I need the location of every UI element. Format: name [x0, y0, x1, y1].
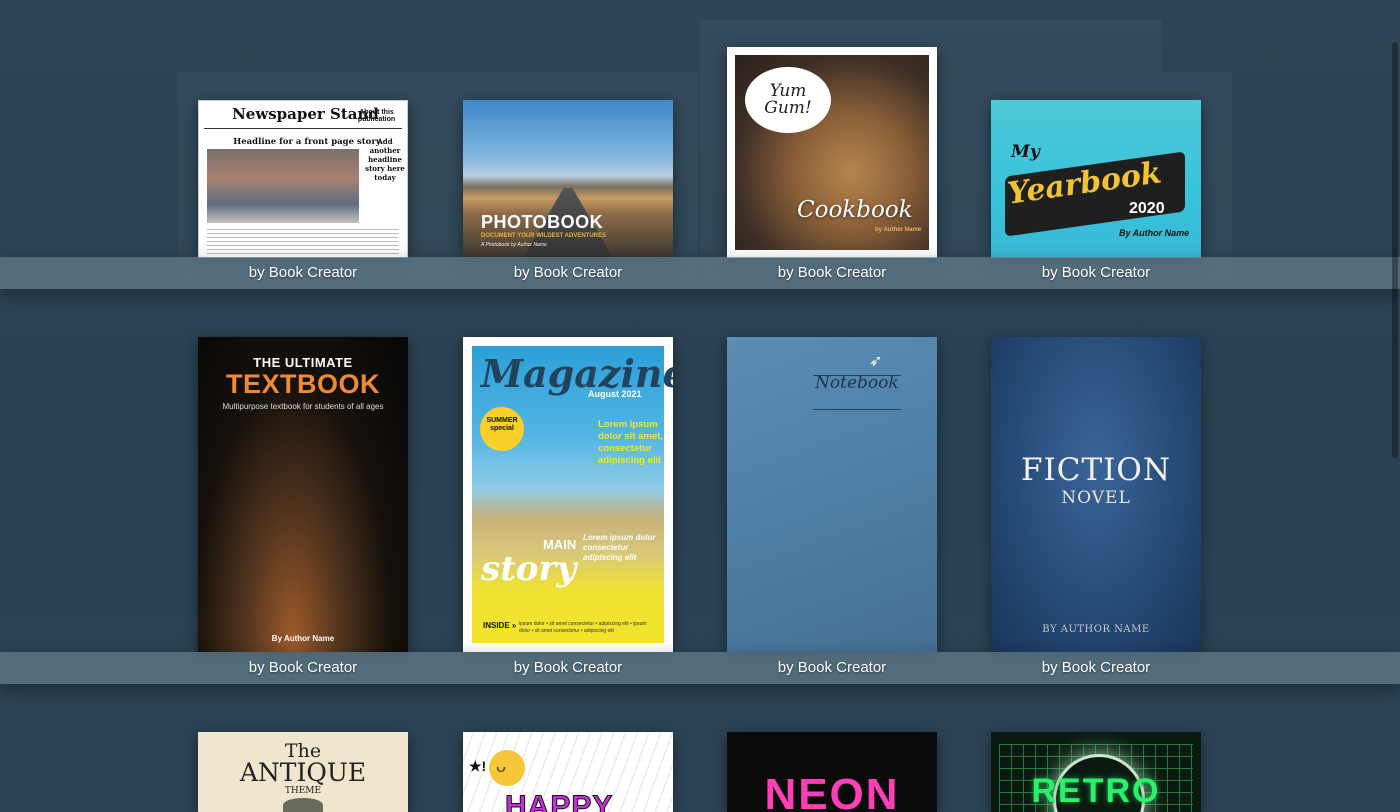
cover-side-headline: Add another headline story here today: [365, 137, 405, 182]
cover-rule: [204, 128, 402, 129]
cover-line: [813, 409, 901, 410]
book-cover-neon[interactable]: NEON: [727, 732, 937, 812]
cover-title: Notebook: [815, 373, 899, 393]
ornament-icon: [283, 798, 323, 812]
smile-icon: ᴗ: [496, 756, 507, 776]
exclamation-icon: ★!: [469, 758, 487, 774]
cover-title: Cookbook: [797, 197, 913, 223]
book-cover-happy[interactable]: ★! ᴗ HAPPY: [463, 732, 673, 812]
cover-story: story: [481, 549, 577, 589]
book-label: by Book Creator: [248, 264, 358, 281]
book-cover-photobook[interactable]: PHOTOBOOK DOCUMENT YOUR WILDEST ADVENTUR…: [463, 100, 673, 258]
cover-title: RETRO: [1031, 772, 1161, 810]
cover-lorem-2: Lorem ipsum dolor consectetur adipiscing…: [583, 533, 656, 562]
book-cover-textbook[interactable]: THE ULTIMATE TEXTBOOK Multipurpose textb…: [198, 337, 408, 652]
cover-photo: [207, 149, 359, 223]
cover-title: FICTION: [1021, 452, 1171, 488]
book-cover-fiction[interactable]: FICTION NOVEL BY AUTHOR NAME: [991, 337, 1201, 652]
shelf-bar: by Book Creator by Book Creator by Book …: [0, 652, 1400, 684]
cover-subtitle: Multipurpose textbook for students of al…: [222, 402, 384, 411]
cover-author: BY AUTHOR NAME: [1042, 624, 1150, 635]
cover-title: HAPPY: [504, 790, 614, 812]
book-label: by Book Creator: [777, 264, 887, 281]
cover-lorem: Lorem ipsum dolor sit amet, consectetur …: [598, 419, 663, 466]
book-label: by Book Creator: [777, 659, 887, 676]
book-cover-cookbook[interactable]: Yum Gum! Cookbook by Author Name: [727, 47, 937, 258]
cover-author: by Author Name: [875, 227, 922, 233]
cover-inside: INSIDE »: [483, 621, 517, 630]
cover-title: ANTIQUE: [239, 758, 367, 787]
cover-my: My: [1011, 142, 1040, 162]
bird-icon: ➶: [869, 353, 883, 370]
cover-byline: A Photobook by Author Name: [481, 242, 547, 248]
book-cover-notebook[interactable]: ➶ Notebook: [727, 337, 937, 652]
cover-text-lines: [207, 229, 399, 257]
cover-theme: THEME: [284, 786, 322, 796]
book-cover-antique[interactable]: The ANTIQUE THEME: [198, 732, 408, 812]
book-cover-magazine[interactable]: Magazine August 2021 SUMMER special Lore…: [463, 337, 673, 652]
book-label: by Book Creator: [1041, 659, 1151, 676]
cover-bubble-text: Yum Gum!: [764, 81, 812, 118]
cover-subtitle: NOVEL: [1061, 488, 1131, 508]
shelf-bar: by Book Creator by Book Creator by Book …: [0, 257, 1400, 289]
cover-badge-text: SUMMER special: [486, 417, 518, 432]
cover-author: By Author Name: [271, 634, 335, 643]
cover-line1: THE ULTIMATE: [253, 355, 353, 370]
cover-aside: About this publication: [357, 109, 396, 123]
book-cover-yearbook[interactable]: My Yearbook 2020 By Author Name: [991, 100, 1201, 258]
book-cover-newspaper[interactable]: Newspaper Stand About this publication H…: [198, 100, 408, 258]
emoji-face-icon: [489, 750, 525, 786]
cover-year: 2020: [1129, 200, 1165, 217]
book-cover-retro[interactable]: RETRO: [991, 732, 1201, 812]
cover-date: August 2021: [588, 389, 642, 399]
book-label: by Book Creator: [1041, 264, 1151, 281]
book-label: by Book Creator: [513, 264, 623, 281]
book-label: by Book Creator: [513, 659, 623, 676]
scrollbar-thumb[interactable]: [1392, 42, 1398, 458]
cover-title: Magazine: [481, 351, 673, 396]
cover-title: NEON: [764, 770, 900, 812]
cover-subtitle: DOCUMENT YOUR WILDEST ADVENTURES: [481, 233, 607, 239]
cover-inside-text: ipsum dolor • sit amet consectetur • adi…: [519, 621, 647, 634]
cover-author: By Author Name: [1119, 228, 1190, 238]
cover-title: PHOTOBOOK: [481, 212, 604, 232]
cover-title: TEXTBOOK: [225, 369, 380, 399]
book-label: by Book Creator: [248, 659, 358, 676]
